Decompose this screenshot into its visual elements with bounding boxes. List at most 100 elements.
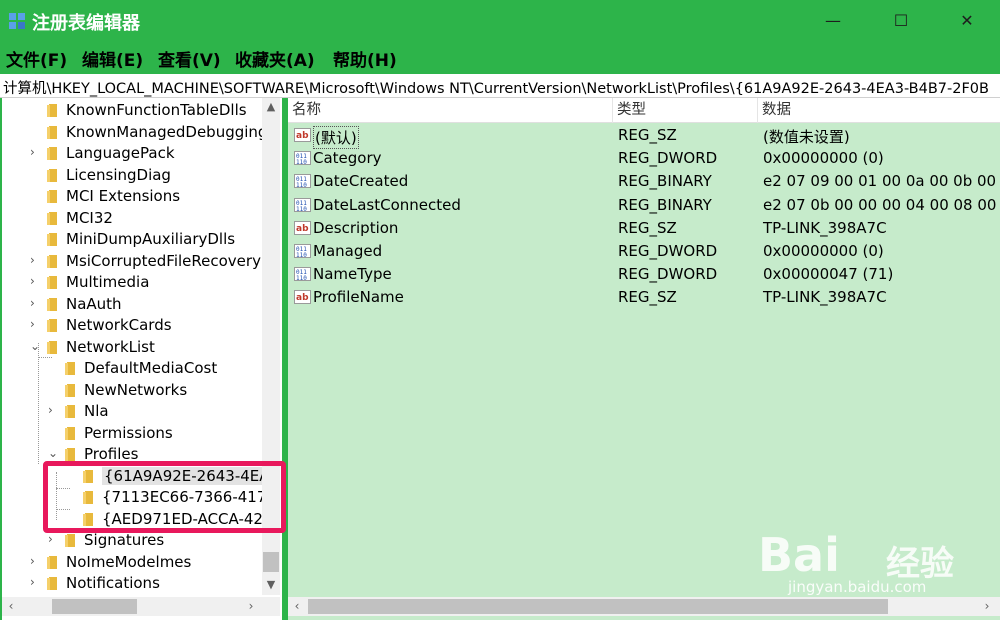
watermark-brand: Bai xyxy=(758,528,840,582)
tree-horizontal-scrollbar[interactable]: ‹ › xyxy=(2,597,280,616)
address-bar[interactable]: 计算机\HKEY_LOCAL_MACHINE\SOFTWARE\Microsof… xyxy=(0,74,1000,98)
value-row[interactable]: ab Description REG_SZ TP-LINK_398A7C xyxy=(288,217,1000,240)
tree-item[interactable]: LicensingDiag xyxy=(2,165,272,186)
value-name: DateLastConnected xyxy=(313,195,461,214)
folder-icon xyxy=(47,340,57,354)
tree-item[interactable]: › Nla xyxy=(2,401,272,422)
folder-icon xyxy=(47,211,57,225)
folder-icon xyxy=(47,190,57,203)
value-row[interactable]: 011 110 Category REG_DWORD 0x00000000 (0) xyxy=(288,147,1000,170)
tree-item[interactable]: › LanguagePack xyxy=(2,143,272,164)
menu-edit[interactable]: 编辑(E) xyxy=(82,46,143,71)
scroll-thumb[interactable] xyxy=(308,599,888,614)
tree-item[interactable]: KnownFunctionTableDlls xyxy=(2,100,272,121)
expand-chevron-icon[interactable]: › xyxy=(30,554,40,568)
scroll-down-icon[interactable]: ▼ xyxy=(262,576,280,594)
svg-text:110: 110 xyxy=(296,182,307,189)
folder-icon xyxy=(47,555,57,569)
value-row[interactable]: 011 110 NameType REG_DWORD 0x00000047 (71) xyxy=(288,263,1000,286)
value-data: e2 07 09 00 01 00 0a 00 0b 00 1f xyxy=(763,172,1000,191)
folder-icon xyxy=(65,448,75,461)
expand-chevron-icon[interactable]: › xyxy=(48,532,58,546)
folder-icon xyxy=(47,147,57,160)
column-header-name[interactable]: 名称 xyxy=(288,98,613,123)
tree-item[interactable]: › Signatures xyxy=(2,530,272,551)
expand-chevron-icon[interactable]: › xyxy=(48,403,58,417)
tree-item-label: MiniDumpAuxiliaryDlls xyxy=(66,230,236,248)
value-row[interactable]: 011 110 Managed REG_DWORD 0x00000000 (0) xyxy=(288,240,1000,263)
tree-item-label: Notifications xyxy=(66,574,160,592)
value-row[interactable]: 011 110 DateLastConnected REG_BINARY e2 07 0… xyxy=(288,194,1000,217)
maximize-button[interactable]: ☐ xyxy=(868,0,934,42)
tree-item[interactable]: DefaultMediaCost xyxy=(2,358,272,379)
value-type: REG_SZ xyxy=(618,126,677,144)
binary-value-icon: 011110 xyxy=(294,174,311,189)
value-name: ProfileName xyxy=(313,288,404,307)
values-header: 名称 类型 数据 xyxy=(288,98,1000,123)
column-header-data[interactable]: 数据 xyxy=(758,98,1000,123)
tree-item[interactable]: › Multimedia xyxy=(2,272,272,293)
folder-icon xyxy=(47,104,57,117)
value-row[interactable]: ab (默认) REG_SZ (数值未设置) xyxy=(288,124,1000,149)
folder-icon xyxy=(65,383,75,397)
address-path[interactable]: 计算机\HKEY_LOCAL_MACHINE\SOFTWARE\Microsof… xyxy=(3,77,989,97)
expand-chevron-icon[interactable]: › xyxy=(30,317,40,331)
tree-item[interactable]: KnownManagedDebugging xyxy=(2,122,272,143)
scroll-left-icon[interactable]: ‹ xyxy=(2,597,20,616)
value-row[interactable]: 011 110 DateCreated REG_BINARY e2 07 09 00 0… xyxy=(288,170,1000,193)
scroll-up-icon[interactable]: ▲ xyxy=(262,98,280,116)
folder-icon xyxy=(47,254,57,268)
menu-favorites[interactable]: 收藏夹(A) xyxy=(235,46,315,71)
scroll-right-icon[interactable]: › xyxy=(242,597,260,616)
menu-file[interactable]: 文件(F) xyxy=(6,46,67,71)
value-data: 0x00000000 (0) xyxy=(763,242,884,260)
tree-item[interactable]: › NetworkCards xyxy=(2,315,272,336)
expand-chevron-icon[interactable]: › xyxy=(30,296,40,310)
tree-item-label: MCI Extensions xyxy=(66,187,181,205)
value-type: REG_DWORD xyxy=(618,149,718,168)
tree-item[interactable]: ⌄ NetworkList xyxy=(2,337,272,358)
expand-chevron-icon[interactable]: › xyxy=(30,274,40,288)
menu-bar: 文件(F) 编辑(E) 查看(V) 收藏夹(A) 帮助(H) xyxy=(0,42,1000,74)
tree-item[interactable]: › MsiCorruptedFileRecovery xyxy=(2,251,272,272)
tree-item-label: Nla xyxy=(84,402,109,420)
svg-text:ab: ab xyxy=(296,293,309,303)
menu-help[interactable]: 帮助(H) xyxy=(333,46,397,71)
tree-item[interactable]: Permissions xyxy=(2,423,272,444)
scroll-left-icon[interactable]: ‹ xyxy=(288,597,306,616)
folder-icon xyxy=(47,233,57,246)
value-data: 0x00000047 (71) xyxy=(763,265,894,284)
tree-item[interactable]: › NoImeModelmes xyxy=(2,552,272,573)
tree-item[interactable]: › Notifications xyxy=(2,573,272,594)
scroll-thumb[interactable] xyxy=(263,552,279,572)
expand-chevron-icon[interactable]: › xyxy=(30,253,40,267)
tree-item-label: Signatures xyxy=(84,531,165,549)
collapse-chevron-icon[interactable]: ⌄ xyxy=(48,446,58,460)
menu-view[interactable]: 查看(V) xyxy=(158,46,221,71)
expand-chevron-icon[interactable]: › xyxy=(30,145,40,159)
folder-icon xyxy=(47,319,57,332)
value-name: NameType xyxy=(313,265,392,284)
svg-text:110: 110 xyxy=(296,275,307,282)
tree-connector-line xyxy=(38,343,39,464)
tree-item[interactable]: MiniDumpAuxiliaryDlls xyxy=(2,229,272,250)
svg-text:ab: ab xyxy=(296,131,309,141)
registry-tree[interactable]: KnownFunctionTableDlls KnownManagedDebugg… xyxy=(2,98,282,620)
minimize-button[interactable]: — xyxy=(800,0,866,42)
expand-chevron-icon[interactable]: › xyxy=(30,575,40,589)
column-header-type[interactable]: 类型 xyxy=(613,98,758,123)
tree-item[interactable]: MCI Extensions xyxy=(2,186,272,207)
tree-item[interactable]: MCI32 xyxy=(2,208,272,229)
watermark-url: jingyan.baidu.com xyxy=(788,578,927,596)
tree-item[interactable]: NewNetworks xyxy=(2,380,272,401)
tree-item[interactable]: › NaAuth xyxy=(2,294,272,315)
tree-item-label: NaAuth xyxy=(66,294,122,313)
value-row[interactable]: ab ProfileName REG_SZ TP-LINK_398A7C xyxy=(288,286,1000,309)
scroll-thumb[interactable] xyxy=(52,599,137,614)
tree-item-label: DefaultMediaCost xyxy=(84,359,218,377)
svg-text:110: 110 xyxy=(296,252,307,259)
title-bar: 注册表编辑器 — ☐ ✕ xyxy=(0,0,1000,42)
folder-icon xyxy=(65,426,75,440)
close-button[interactable]: ✕ xyxy=(934,0,1000,42)
value-data: TP-LINK_398A7C xyxy=(763,218,887,237)
